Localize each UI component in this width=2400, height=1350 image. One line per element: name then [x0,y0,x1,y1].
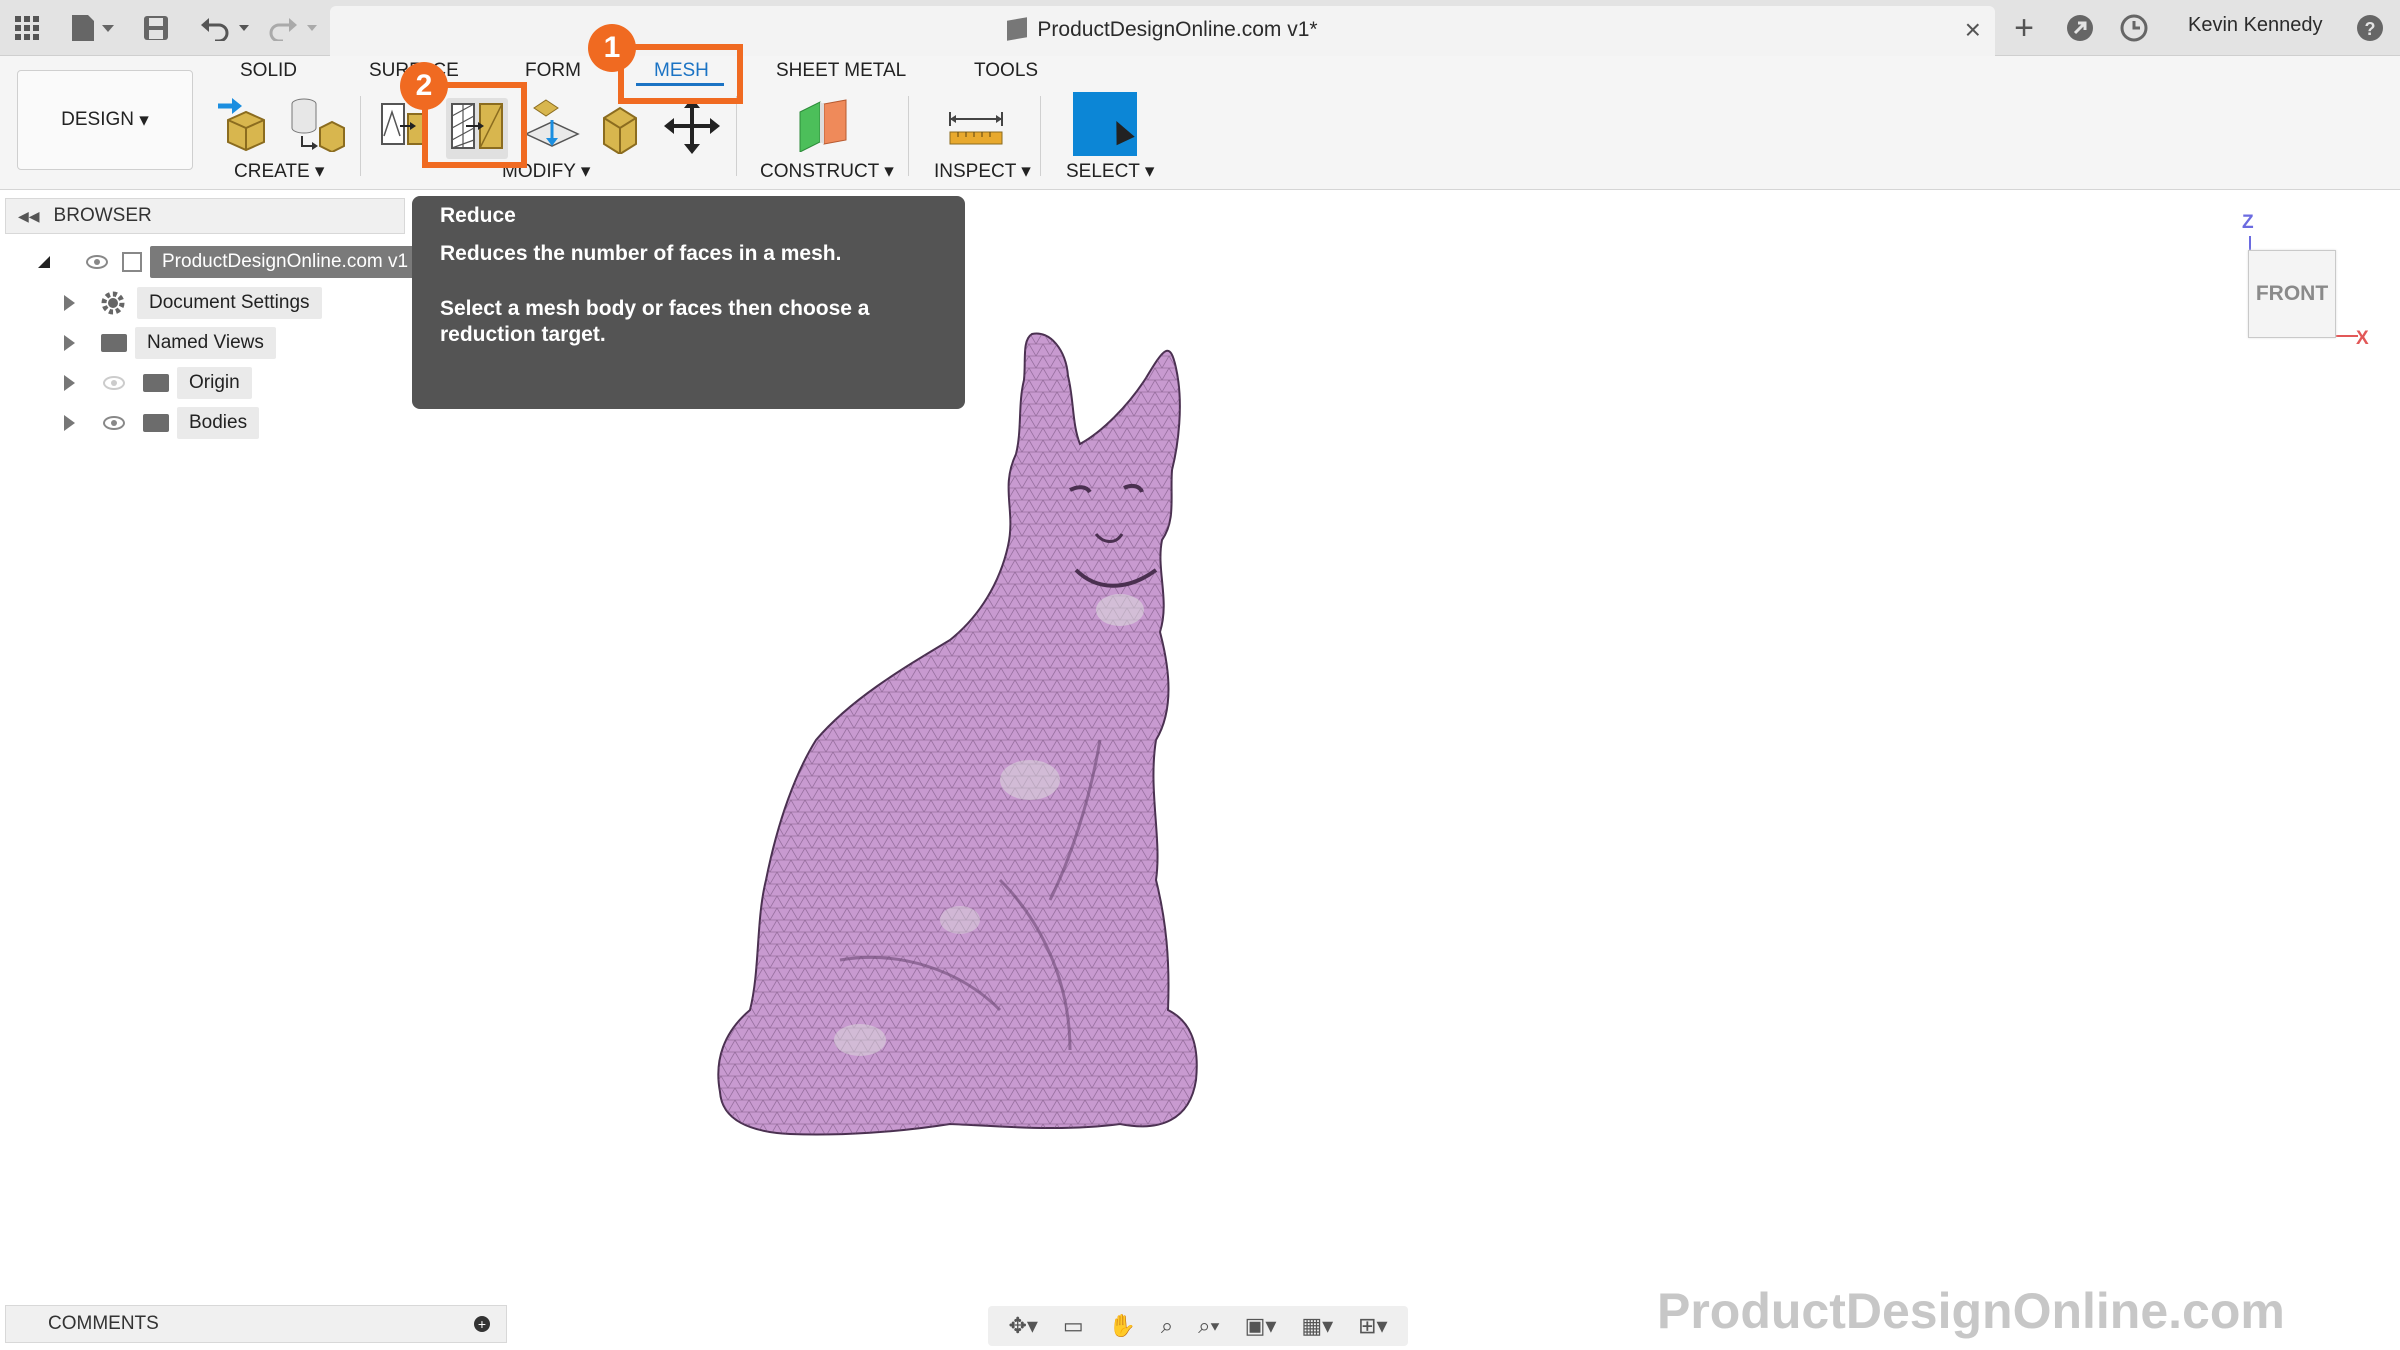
file-menu-icon[interactable] [66,10,120,46]
expand-triangle-icon[interactable] [64,295,75,311]
create-group-label[interactable]: CREATE ▾ [234,160,324,183]
annotation-badge-1: 1 [588,24,636,72]
select-group-label[interactable]: SELECT ▾ [1066,160,1154,183]
document-tab[interactable]: ProductDesignOnline.com v1* × [330,6,1995,56]
cursor-arrow-icon [1107,116,1135,146]
browser-panel-header[interactable]: ◀◀ BROWSER [5,198,405,234]
viewports-icon[interactable]: ⊞▾ [1358,1313,1387,1339]
folder-icon [143,414,169,432]
tab-sheet-metal[interactable]: SHEET METAL [776,60,906,82]
tab-solid[interactable]: SOLID [240,60,297,82]
gear-icon [101,291,125,315]
collapse-triangle-icon[interactable] [36,254,52,270]
browser-item-document-settings[interactable]: Document Settings [64,286,322,320]
tooltip-title: Reduce [440,204,516,227]
document-cube-icon [1007,17,1028,41]
look-at-icon[interactable]: ▭ [1063,1313,1084,1339]
svg-text:?: ? [2365,19,2376,39]
tree-label: Bodies [177,407,260,439]
user-name[interactable]: Kevin Kennedy [2188,14,2323,37]
visibility-eye-icon[interactable] [103,416,125,430]
expand-triangle-icon[interactable] [64,375,75,391]
document-title: ProductDesignOnline.com v1* [330,17,1995,42]
ribbon-separator [1040,96,1041,176]
fusion-app-window: ProductDesignOnline.com v1* × + Kevin Ke… [0,0,2400,1350]
annotation-badge-2: 2 [400,62,448,110]
orbit-icon[interactable]: ✥▾ [1008,1313,1037,1339]
plane-cut-icon[interactable] [524,98,580,159]
select-tool-button[interactable] [1073,92,1137,156]
axis-x-label: X [2356,328,2369,349]
close-tab-icon[interactable]: × [1965,14,1981,46]
ribbon-separator [908,96,909,176]
viewcube-front-face[interactable]: FRONT [2248,250,2336,338]
browser-item-bodies[interactable]: Bodies [64,406,260,440]
move-copy-icon[interactable] [664,98,720,159]
new-tab-plus-icon[interactable]: + [2006,9,2042,47]
pan-hand-icon[interactable]: ✋ [1109,1313,1136,1339]
inspect-group-label[interactable]: INSPECT ▾ [934,160,1031,183]
browser-root-row[interactable]: ProductDesignOnline.com v1 [36,245,426,279]
browser-item-origin[interactable]: Origin [64,366,252,400]
measure-icon[interactable] [948,110,1004,151]
watermark-text: ProductDesignOnline.com [1657,1283,2285,1339]
tree-label: Document Settings [137,287,322,319]
redo-icon[interactable] [264,10,322,46]
app-grid-icon[interactable] [12,10,42,46]
collapse-panel-icon[interactable]: ◀◀ [18,208,40,225]
grid-settings-icon[interactable]: ▦▾ [1301,1313,1333,1339]
solid-shell-icon[interactable] [600,104,640,159]
expand-triangle-icon[interactable] [64,335,75,351]
document-title-text: ProductDesignOnline.com v1* [1037,18,1318,41]
insert-mesh-icon[interactable] [216,96,276,157]
job-status-clock-icon[interactable] [2116,10,2152,46]
extensions-icon[interactable] [2062,10,2098,46]
comments-panel[interactable]: COMMENTS + [5,1305,507,1343]
folder-icon [101,334,127,352]
workspace-switcher[interactable]: DESIGN ▾ [17,70,193,170]
tooltip-description: Reduces the number of faces in a mesh. [440,242,842,265]
construct-plane-icon[interactable] [796,98,854,157]
tab-tools[interactable]: TOOLS [974,60,1038,82]
save-icon[interactable] [140,10,172,46]
navigation-bar: ✥▾ ▭ ✋ ⌕ ⌕▾ ▣▾ ▦▾ ⊞▾ [988,1306,1408,1346]
root-component-label[interactable]: ProductDesignOnline.com v1 [150,246,426,278]
zoom-icon[interactable]: ⌕ [1161,1313,1173,1339]
visibility-eye-icon[interactable] [86,255,108,269]
toolbar-ribbon: DESIGN ▾ SOLID SURFACE FORM MESH SHEET M… [0,56,2400,190]
component-icon [122,252,142,272]
annotation-box-mesh-tab [618,44,743,104]
construct-group-label[interactable]: CONSTRUCT ▾ [760,160,894,183]
ribbon-separator [736,96,737,176]
tab-form[interactable]: FORM [525,60,581,82]
expand-triangle-icon[interactable] [64,415,75,431]
browser-title: BROWSER [53,205,152,226]
tree-label: Named Views [135,327,276,359]
comments-label: COMMENTS [48,1313,159,1334]
hidden-eye-icon[interactable] [103,376,125,390]
folder-icon [143,374,169,392]
title-bar: ProductDesignOnline.com v1* × + Kevin Ke… [0,0,2400,56]
workspace-label: DESIGN [61,109,135,130]
help-icon[interactable]: ? [2352,10,2388,46]
add-comment-icon[interactable]: + [474,1316,490,1332]
tree-label: Origin [177,367,252,399]
fit-zoom-icon[interactable]: ⌕▾ [1198,1313,1220,1339]
axis-z-label: Z [2242,212,2254,233]
display-settings-icon[interactable]: ▣▾ [1245,1313,1277,1339]
browser-item-named-views[interactable]: Named Views [64,326,276,360]
tessellate-icon[interactable] [288,96,346,157]
cat-mesh-body[interactable] [700,320,1320,1140]
ribbon-separator [360,96,361,176]
undo-icon[interactable] [196,10,254,46]
